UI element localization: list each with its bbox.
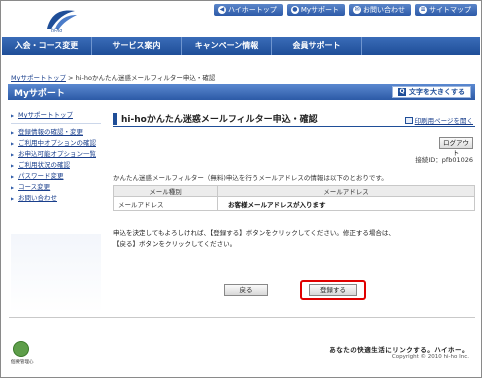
top-link-mysupport[interactable]: ● Myサポート	[286, 4, 345, 16]
page-frame: hi-ho ◀ ハイホートップ ● Myサポート ✉ お問い合わせ ≡ サイトマ…	[0, 0, 482, 378]
back-button[interactable]: 戻る	[224, 284, 268, 296]
sitemap-icon: ≡	[419, 6, 427, 14]
footer-copyright: Copyright © 2010 hi-ho Inc.	[391, 354, 469, 360]
logo-text: hi-ho	[51, 28, 62, 33]
print-page-link[interactable]: 印刷用ページを開く	[404, 115, 473, 125]
sidebar-item-password[interactable]: パスワード変更	[11, 171, 101, 182]
arrow-icon: ◀	[217, 6, 226, 14]
sidebar-background	[11, 234, 101, 313]
breadcrumb-separator: >	[68, 74, 74, 82]
person-icon: ●	[290, 6, 299, 14]
table-cell: メールアドレス	[113, 196, 218, 211]
site-header: hi-ho ◀ ハイホートップ ● Myサポート ✉ お問い合わせ ≡ サイトマ…	[1, 1, 481, 36]
nav-item-join[interactable]: 入会・コース変更	[2, 37, 92, 55]
top-link-label: サイトマップ	[429, 6, 471, 14]
mysupport-banner: Myサポート Q 文字を大きくする	[8, 84, 475, 100]
banner-title: Myサポート	[14, 89, 65, 99]
mail-info-table: メール種別 メールアドレス メールアドレス お客様メールアドレスが入ります	[113, 185, 475, 211]
print-icon	[404, 116, 413, 124]
global-nav: 入会・コース変更 サービス案内 キャンペーン情報 会員サポート	[2, 37, 480, 55]
nav-item-campaign[interactable]: キャンペーン情報	[182, 37, 272, 55]
top-link-label: Myサポート	[300, 6, 339, 14]
confirm-note: 申込を決定してもよろしければ、【登録する】ボタンをクリックしてください。修正する…	[113, 228, 395, 250]
top-link-hiho-top[interactable]: ◀ ハイホートップ	[213, 4, 283, 16]
top-link-label: お問い合わせ	[363, 6, 405, 14]
privacy-seal: 個要管理心	[11, 341, 34, 369]
privacy-seal-icon	[13, 341, 29, 357]
page-title: hi-hoかんたん迷惑メールフィルター申込・確認 印刷用ページを開く	[113, 111, 475, 127]
table-row: メールアドレス お客様メールアドレスが入ります	[113, 196, 475, 211]
main-content: hi-hoかんたん迷惑メールフィルター申込・確認 印刷用ページを開く ログアウト…	[113, 111, 475, 313]
connection-id: 接続ID：pfb01026	[415, 156, 473, 164]
enlarge-text-label: 文字を大きくする	[409, 88, 465, 96]
nav-item-support[interactable]: 会員サポート	[272, 37, 362, 55]
sidebar-item-usage[interactable]: ご利用状況の確認	[11, 160, 101, 171]
table-header-row: メール種別 メールアドレス	[113, 185, 475, 197]
sidebar: Myサポートトップ 登録情報の確認・変更 ご利用中オプションの確認 お申込可能オ…	[11, 110, 101, 313]
title-accent-bar	[113, 113, 117, 125]
nav-item-services[interactable]: サービス案内	[92, 37, 182, 55]
sidebar-divider	[11, 123, 101, 124]
sidebar-item-available-options[interactable]: お申込可能オプション一覧	[11, 149, 101, 160]
footer-divider	[9, 317, 475, 318]
top-link-contact[interactable]: ✉ お問い合わせ	[349, 4, 411, 16]
logout-button[interactable]: ログアウト	[439, 137, 473, 157]
breadcrumb: Myサポートトップ > hi-hoかんたん迷惑メールフィルター申込・確認	[11, 72, 215, 82]
mail-icon: ✉	[353, 6, 361, 14]
sidebar-item-current-options[interactable]: ご利用中オプションの確認	[11, 138, 101, 149]
register-button[interactable]: 登録する	[309, 284, 357, 296]
intro-text: かんたん迷惑メールフィルター（無料)申込を行うメールアドレスの情報は以下のとおり…	[113, 174, 388, 182]
enlarge-text-button[interactable]: Q 文字を大きくする	[392, 86, 471, 98]
page-title-text: hi-hoかんたん迷惑メールフィルター申込・確認	[121, 115, 318, 125]
confirm-note-line: 【戻る】ボタンをクリックしてください。	[113, 240, 237, 248]
top-link-label: ハイホートップ	[227, 6, 277, 14]
privacy-seal-label: 個要管理心	[11, 360, 34, 365]
top-links: ◀ ハイホートップ ● Myサポート ✉ お問い合わせ ≡ サイトマップ	[213, 4, 477, 16]
table-header: メール種別	[113, 185, 218, 197]
top-link-sitemap[interactable]: ≡ サイトマップ	[415, 4, 477, 16]
hi-ho-logo[interactable]: hi-ho	[41, 7, 81, 33]
table-cell: お客様メールアドレスが入ります	[217, 196, 475, 211]
sidebar-item-contact[interactable]: お問い合わせ	[11, 193, 101, 204]
confirm-note-line: 申込を決定してもよろしければ、【登録する】ボタンをクリックしてください。修正する…	[113, 229, 395, 237]
breadcrumb-current: hi-hoかんたん迷惑メールフィルター申込・確認	[75, 74, 216, 82]
sidebar-item-course-change[interactable]: コース変更	[11, 182, 101, 193]
magnifier-icon: Q	[398, 88, 406, 96]
table-header: メールアドレス	[217, 185, 475, 197]
breadcrumb-home-link[interactable]: Myサポートトップ	[11, 74, 66, 82]
sidebar-item-registration[interactable]: 登録情報の確認・変更	[11, 127, 101, 138]
footer-slogan: あなたの快適生活にリンクする。ハイホー。	[329, 346, 469, 354]
sidebar-item-mysupport-top[interactable]: Myサポートトップ	[11, 110, 101, 121]
submit-highlight: 登録する	[300, 280, 366, 300]
print-page-label: 印刷用ページを開く	[414, 117, 473, 125]
